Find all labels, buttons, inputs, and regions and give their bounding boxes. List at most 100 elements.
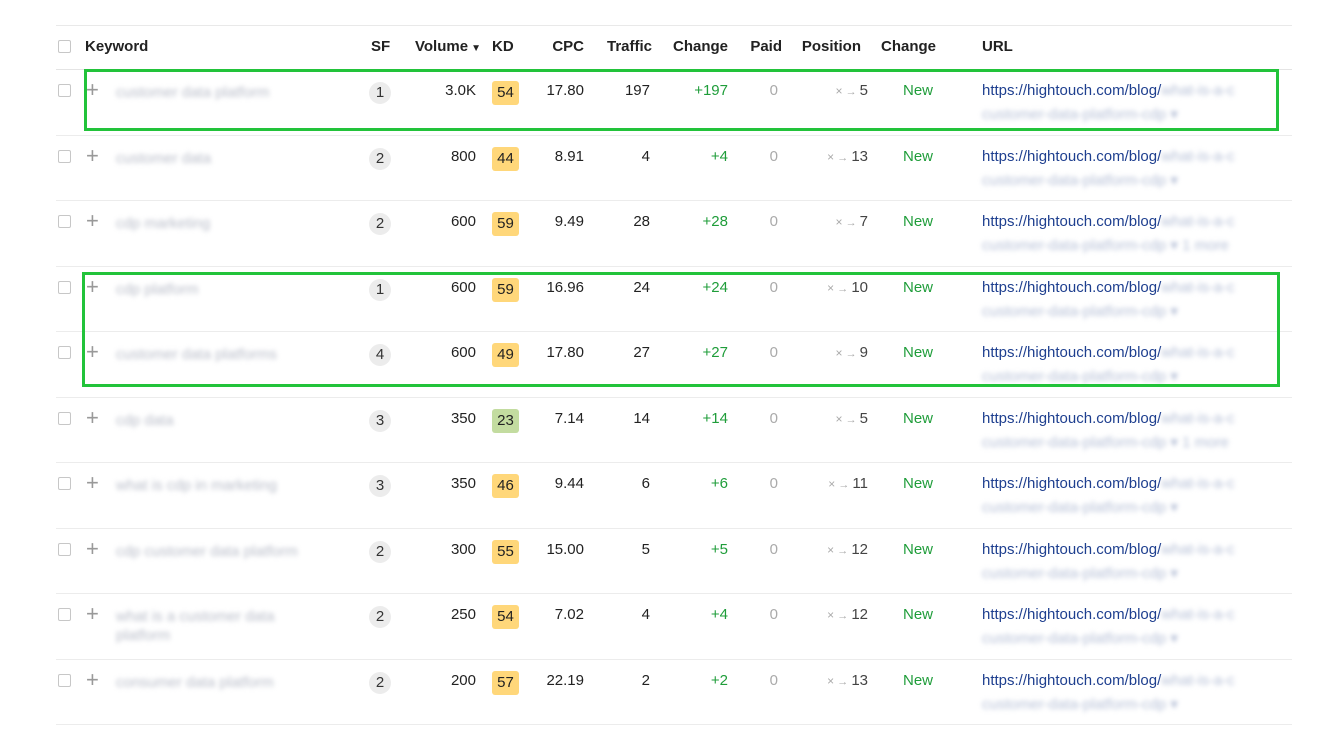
table-row[interactable]: + what is a customer data platform 2 250 54 7… (56, 594, 1292, 660)
url-link-rest[interactable]: what-is-a-c (1161, 410, 1234, 427)
sf-badge[interactable]: 2 (369, 671, 391, 694)
url-link-rest[interactable]: what-is-a-c (1161, 475, 1234, 492)
url-link[interactable]: https://hightouch.com/blog/ (982, 475, 1161, 492)
row-checkbox[interactable] (58, 280, 71, 294)
url-link-rest[interactable]: what-is-a-c (1161, 82, 1234, 99)
url-second-line[interactable]: customer-data-platform-cdp ▾ (982, 695, 1178, 713)
sf-badge[interactable]: 2 (369, 147, 391, 170)
url-link-rest[interactable]: what-is-a-c (1161, 606, 1234, 623)
keywords-table: Keyword SF Volume ▼ KD CPC Traffic Change… (56, 25, 1292, 725)
row-checkbox[interactable] (58, 673, 71, 687)
url-link-rest[interactable]: what-is-a-c (1161, 279, 1234, 296)
row-checkbox[interactable] (58, 346, 71, 359)
table-row[interactable]: + cdp platform 1 600 59 16.96 24 +24 0 × → 10 New h… (56, 267, 1292, 332)
sf-badge[interactable]: 4 (369, 344, 391, 366)
url-link[interactable]: https://hightouch.com/blog/ (982, 541, 1161, 558)
url-second-line[interactable]: customer-data-platform-cdp ▾ (982, 302, 1178, 320)
url-second-line[interactable]: customer-data-platform-cdp ▾ 1 more (982, 433, 1229, 451)
add-icon[interactable]: + (86, 406, 99, 429)
table-row[interactable]: + customer data platforms 4 600 49 17.80 27 +27… (56, 332, 1292, 398)
position-to: 12 (851, 540, 868, 558)
position-from: × (835, 411, 843, 426)
col-volume[interactable]: Volume ▼ (415, 38, 481, 58)
table-row[interactable]: + customer data 2 800 44 8.91 4 +4 0 × → 13 New htt… (56, 136, 1292, 201)
col-sf[interactable]: SF (371, 38, 390, 56)
col-kd[interactable]: KD (492, 38, 514, 56)
sf-badge[interactable]: 2 (369, 606, 391, 628)
select-all-checkbox[interactable] (58, 40, 71, 53)
url-cell: https://hightouch.com/blog/what-is-a-c (982, 344, 1282, 362)
table-row[interactable]: + customer data platform 1 3.0K 54 17.80 197 +1… (56, 70, 1292, 136)
keyword-text[interactable]: cdp data (116, 411, 316, 430)
table-row[interactable]: + cdp marketing 2 600 59 9.49 28 +28 0 × → 7 New ht… (56, 201, 1292, 267)
url-link[interactable]: https://hightouch.com/blog/ (982, 410, 1161, 427)
add-icon[interactable]: + (86, 79, 99, 101)
url-link[interactable]: https://hightouch.com/blog/ (982, 148, 1161, 165)
keyword-text[interactable]: consumer data platform (116, 673, 316, 692)
add-icon[interactable]: + (86, 472, 99, 494)
sf-badge[interactable]: 1 (369, 278, 391, 301)
url-link-rest[interactable]: what-is-a-c (1161, 672, 1234, 689)
row-checkbox[interactable] (58, 84, 71, 97)
row-checkbox[interactable] (58, 215, 71, 228)
url-second-line[interactable]: customer-data-platform-cdp ▾ (982, 564, 1178, 582)
add-icon[interactable]: + (86, 537, 99, 560)
col-keyword[interactable]: Keyword (85, 38, 148, 56)
keyword-text[interactable]: customer data (116, 149, 316, 168)
add-icon[interactable]: + (86, 210, 99, 232)
url-second-line[interactable]: customer-data-platform-cdp ▾ (982, 629, 1178, 647)
keyword-text[interactable]: what is a customer data platform (116, 607, 316, 645)
position-from: × (835, 346, 843, 360)
add-icon[interactable]: + (86, 603, 99, 625)
sf-badge[interactable]: 2 (369, 540, 391, 563)
keyword-text[interactable]: customer data platform (116, 83, 316, 102)
row-checkbox[interactable] (58, 542, 71, 556)
url-link[interactable]: https://hightouch.com/blog/ (982, 82, 1161, 99)
sf-badge[interactable]: 1 (369, 82, 391, 104)
url-second-line[interactable]: customer-data-platform-cdp ▾ 1 more (982, 236, 1229, 254)
table-row[interactable]: + what is cdp in marketing 3 350 46 9.44 6 +6 0 ×… (56, 463, 1292, 529)
url-link-rest[interactable]: what-is-a-c (1161, 213, 1234, 230)
add-icon[interactable]: + (86, 275, 99, 298)
url-link-rest[interactable]: what-is-a-c (1161, 541, 1234, 558)
col-paid[interactable]: Paid (742, 38, 782, 56)
url-second-line[interactable]: customer-data-platform-cdp ▾ (982, 367, 1178, 385)
url-link[interactable]: https://hightouch.com/blog/ (982, 213, 1161, 230)
url-link[interactable]: https://hightouch.com/blog/ (982, 672, 1161, 689)
col-cpc[interactable]: CPC (528, 38, 584, 56)
kd-badge: 46 (492, 474, 519, 498)
sf-badge[interactable]: 3 (369, 475, 391, 497)
row-checkbox[interactable] (58, 477, 71, 490)
position-value: × → 5 (808, 410, 868, 429)
keyword-text[interactable]: cdp customer data platform (116, 542, 316, 561)
add-icon[interactable]: + (86, 341, 99, 363)
row-checkbox[interactable] (58, 411, 71, 425)
col-traffic[interactable]: Traffic (596, 38, 652, 56)
url-second-line[interactable]: customer-data-platform-cdp ▾ (982, 498, 1178, 516)
sf-badge[interactable]: 2 (369, 213, 391, 235)
table-row[interactable]: + cdp customer data platform 2 300 55 15.00 5 +… (56, 529, 1292, 594)
url-link[interactable]: https://hightouch.com/blog/ (982, 344, 1161, 361)
keyword-text[interactable]: cdp platform (116, 280, 316, 299)
sf-badge[interactable]: 3 (369, 409, 391, 432)
url-second-line[interactable]: customer-data-platform-cdp ▾ (982, 105, 1178, 123)
keyword-text[interactable]: cdp marketing (116, 214, 316, 233)
col-position[interactable]: Position (792, 38, 861, 56)
keyword-text[interactable]: what is cdp in marketing (116, 476, 316, 495)
keyword-text[interactable]: customer data platforms (116, 345, 316, 364)
col-change[interactable]: Change (656, 38, 728, 56)
table-row[interactable]: + cdp data 3 350 23 7.14 14 +14 0 × → 5 New https:/… (56, 398, 1292, 463)
col-url[interactable]: URL (982, 38, 1013, 56)
add-icon[interactable]: + (86, 668, 99, 691)
table-row[interactable]: + consumer data platform 2 200 57 22.19 2 +2 0 × … (56, 660, 1292, 725)
url-link[interactable]: https://hightouch.com/blog/ (982, 606, 1161, 623)
row-checkbox[interactable] (58, 149, 71, 163)
url-link-rest[interactable]: what-is-a-c (1161, 344, 1234, 361)
col-position-change[interactable]: Change (881, 38, 936, 56)
row-checkbox[interactable] (58, 608, 71, 621)
url-cell: https://hightouch.com/blog/what-is-a-c (982, 606, 1282, 624)
url-link-rest[interactable]: what-is-a-c (1161, 148, 1234, 165)
add-icon[interactable]: + (86, 144, 99, 167)
url-link[interactable]: https://hightouch.com/blog/ (982, 279, 1161, 296)
url-second-line[interactable]: customer-data-platform-cdp ▾ (982, 171, 1178, 189)
